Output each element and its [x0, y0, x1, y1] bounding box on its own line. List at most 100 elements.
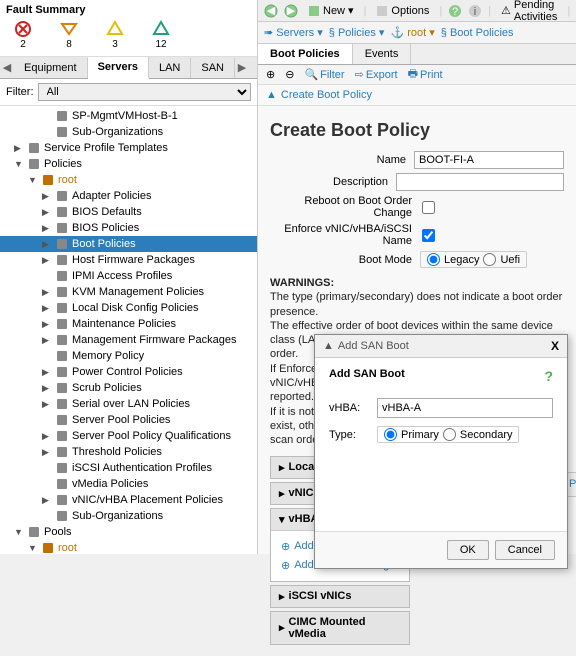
tree-item[interactable]: ▶Host Firmware Packages	[0, 252, 257, 268]
desc-input[interactable]	[396, 173, 564, 191]
tree-item[interactable]: ▶Local Disk Config Policies	[0, 300, 257, 316]
tree-toggle-icon[interactable]: ▶	[14, 143, 24, 154]
svg-text:?: ?	[452, 6, 458, 18]
tree-toggle-icon[interactable]: ▼	[14, 527, 24, 537]
pol-icon	[56, 302, 68, 314]
tree-item[interactable]: Server Pool Policies	[0, 412, 257, 428]
tree-item[interactable]: Sub-Organizations	[0, 508, 257, 524]
tree-toggle-icon[interactable]: ▼	[28, 543, 38, 553]
bc-root[interactable]: ⚓ root ▾	[390, 26, 434, 39]
fault-major[interactable]: 8	[60, 20, 78, 50]
tree-toggle-icon[interactable]: ▶	[42, 303, 52, 314]
acc-iscsi[interactable]: ▸ iSCSI vNICs	[271, 586, 409, 607]
info-icon[interactable]: i	[468, 4, 482, 18]
bc-servers[interactable]: ➠ Servers ▾	[264, 26, 323, 39]
tree-item[interactable]: ▶Maintenance Policies	[0, 316, 257, 332]
tree-toggle-icon[interactable]: ▶	[42, 335, 52, 346]
tree-item[interactable]: ▶vNIC/vHBA Placement Policies	[0, 492, 257, 508]
tree-toggle-icon[interactable]: ▼	[14, 159, 24, 169]
expand-icon[interactable]: ⊕	[266, 68, 275, 81]
tree-toggle-icon[interactable]: ▶	[42, 255, 52, 266]
tree-item[interactable]: ▶Boot Policies	[0, 236, 257, 252]
tree-item[interactable]: ▶KVM Management Policies	[0, 284, 257, 300]
filter-row: Filter: All	[0, 79, 257, 106]
tree-toggle-icon[interactable]: ▶	[42, 319, 52, 330]
tree-item[interactable]: Sub-Organizations	[0, 124, 257, 140]
options-button[interactable]: Options	[372, 4, 433, 18]
tab-next-icon[interactable]: ▶	[235, 61, 249, 74]
vhba-input[interactable]	[377, 398, 553, 418]
tree-item-label: BIOS Defaults	[72, 206, 142, 218]
tree-toggle-icon[interactable]: ▼	[28, 175, 38, 185]
tab-equipment[interactable]: Equipment	[14, 58, 88, 78]
dialog-help-icon[interactable]: ?	[544, 368, 553, 384]
type-secondary-radio[interactable]	[443, 428, 456, 441]
tree-toggle-icon[interactable]: ▶	[42, 495, 52, 506]
type-primary-radio[interactable]	[384, 428, 397, 441]
tree-toggle-icon[interactable]: ▶	[42, 367, 52, 378]
tree-item[interactable]: ▶ BIOS Defaults	[0, 204, 257, 220]
tree-toggle-icon[interactable]: ▶	[42, 287, 52, 298]
enforce-checkbox[interactable]	[422, 229, 435, 242]
pending-button[interactable]: ⚠ Pending Activities	[497, 0, 561, 24]
filter-select[interactable]: All	[38, 83, 252, 101]
collapse-icon[interactable]: ⊖	[285, 68, 294, 81]
bc-policies[interactable]: § Policies ▾	[329, 26, 385, 39]
nav-back-icon[interactable]: ◀	[264, 4, 278, 18]
tab-lan[interactable]: LAN	[149, 58, 191, 78]
tree-item[interactable]: iSCSI Authentication Profiles	[0, 460, 257, 476]
close-icon[interactable]: X	[551, 339, 559, 353]
tree-item-label: Server Pool Policy Qualifications	[72, 430, 231, 442]
nav-fwd-icon[interactable]: ▶	[284, 4, 298, 18]
bootmode-uefi-radio[interactable]	[483, 253, 496, 266]
tab-prev-icon[interactable]: ◀	[0, 61, 14, 74]
tree-item[interactable]: ▶Adapter Policies	[0, 188, 257, 204]
tree-toggle-icon[interactable]: ▶	[42, 207, 52, 218]
tree-toggle-icon[interactable]: ▶	[42, 431, 52, 442]
tree-item[interactable]: ▶ Threshold Policies	[0, 444, 257, 460]
dialog-heading: Add SAN Boot	[329, 368, 405, 380]
tree-item[interactable]: ▶Scrub Policies	[0, 380, 257, 396]
fault-warning[interactable]: 12	[152, 20, 170, 50]
help-icon[interactable]: ?	[448, 4, 462, 18]
tree-toggle-icon[interactable]: ▶	[42, 399, 52, 410]
name-input[interactable]	[414, 151, 564, 169]
bootmode-legacy-radio[interactable]	[427, 253, 440, 266]
reboot-checkbox[interactable]	[422, 201, 435, 214]
tree-item[interactable]: SP-MgmtVMHost-B-1	[0, 108, 257, 124]
tree-item[interactable]: ▼Pools	[0, 524, 257, 540]
tree-item[interactable]: ▶Power Control Policies	[0, 364, 257, 380]
ok-button[interactable]: OK	[447, 540, 489, 560]
fault-minor[interactable]: 3	[106, 20, 124, 50]
filter-action[interactable]: 🔍Filter	[304, 68, 344, 81]
tree-item[interactable]: vMedia Policies	[0, 476, 257, 492]
fault-critical[interactable]: 2	[14, 20, 32, 50]
tab-servers[interactable]: Servers	[88, 57, 149, 79]
bc-boot-policies[interactable]: § Boot Policies	[441, 27, 514, 39]
tree-item[interactable]: ▶Management Firmware Packages	[0, 332, 257, 348]
acc-cimc[interactable]: ▸ CIMC Mounted vMedia	[271, 612, 409, 644]
tree-item[interactable]: ▼root	[0, 172, 257, 188]
tree-toggle-icon[interactable]: ▶	[42, 383, 52, 394]
tree-item[interactable]: Memory Policy	[0, 348, 257, 364]
export-action[interactable]: ⇨Export	[355, 68, 398, 81]
tree-item[interactable]: ▼Policies	[0, 156, 257, 172]
tree-toggle-icon[interactable]: ▶	[42, 223, 52, 234]
tree-toggle-icon[interactable]: ▶	[42, 239, 52, 250]
nav-tree[interactable]: SP-MgmtVMHost-B-1Sub-Organizations▶Servi…	[0, 106, 257, 556]
fault-major-icon	[60, 20, 78, 38]
tree-item[interactable]: ▶Serial over LAN Policies	[0, 396, 257, 412]
print-action[interactable]: 🖶Print	[408, 65, 443, 84]
sub-tab-boot-policies[interactable]: Boot Policies	[258, 44, 353, 64]
tree-toggle-icon[interactable]: ▶	[42, 447, 52, 458]
tree-item[interactable]: ▶Service Profile Templates	[0, 140, 257, 156]
tree-item[interactable]: ▶ Server Pool Policy Qualifications	[0, 428, 257, 444]
cancel-button[interactable]: Cancel	[495, 540, 555, 560]
tree-toggle-icon[interactable]: ▶	[42, 191, 52, 202]
sub-tab-events[interactable]: Events	[353, 44, 412, 64]
tree-item-label: Threshold Policies	[72, 446, 162, 458]
tree-item[interactable]: IPMI Access Profiles	[0, 268, 257, 284]
tab-san[interactable]: SAN	[191, 58, 235, 78]
new-button[interactable]: New ▾	[304, 3, 358, 18]
tree-item[interactable]: ▶BIOS Policies	[0, 220, 257, 236]
